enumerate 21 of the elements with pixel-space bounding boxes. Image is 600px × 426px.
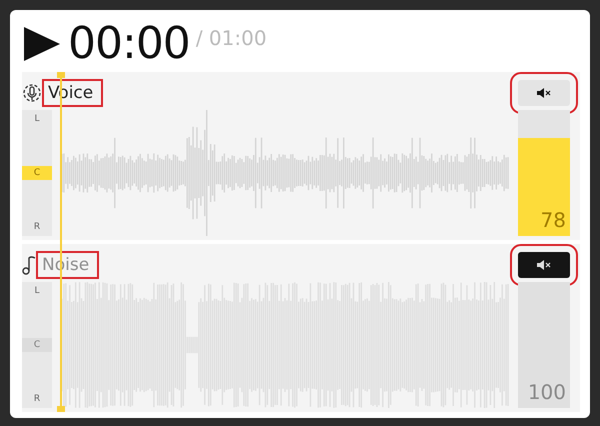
- pan-right-label: R: [34, 394, 40, 404]
- pan-right-label: R: [34, 222, 40, 232]
- pan-center-marker: C: [22, 166, 52, 180]
- speaker-muted-icon: [537, 260, 551, 270]
- volume-reading: 100: [528, 380, 566, 404]
- volume-slider[interactable]: 78: [518, 110, 570, 236]
- volume-slider[interactable]: 100: [518, 282, 570, 408]
- pan-control[interactable]: L C R: [22, 282, 52, 408]
- pan-left-label: L: [34, 114, 40, 124]
- music-note-icon: [22, 255, 36, 275]
- current-time: 00:00: [68, 22, 190, 66]
- pan-left-label: L: [34, 286, 40, 296]
- pan-control[interactable]: L C R: [22, 110, 52, 236]
- total-duration: / 01:00: [196, 26, 267, 50]
- microphone-icon: [22, 83, 42, 103]
- volume-reading: 78: [540, 208, 566, 232]
- play-icon[interactable]: [22, 24, 62, 64]
- mute-button[interactable]: [518, 80, 570, 106]
- speaker-muted-icon: [537, 88, 551, 98]
- pan-center-marker: C: [22, 338, 52, 352]
- mute-button[interactable]: [518, 252, 570, 278]
